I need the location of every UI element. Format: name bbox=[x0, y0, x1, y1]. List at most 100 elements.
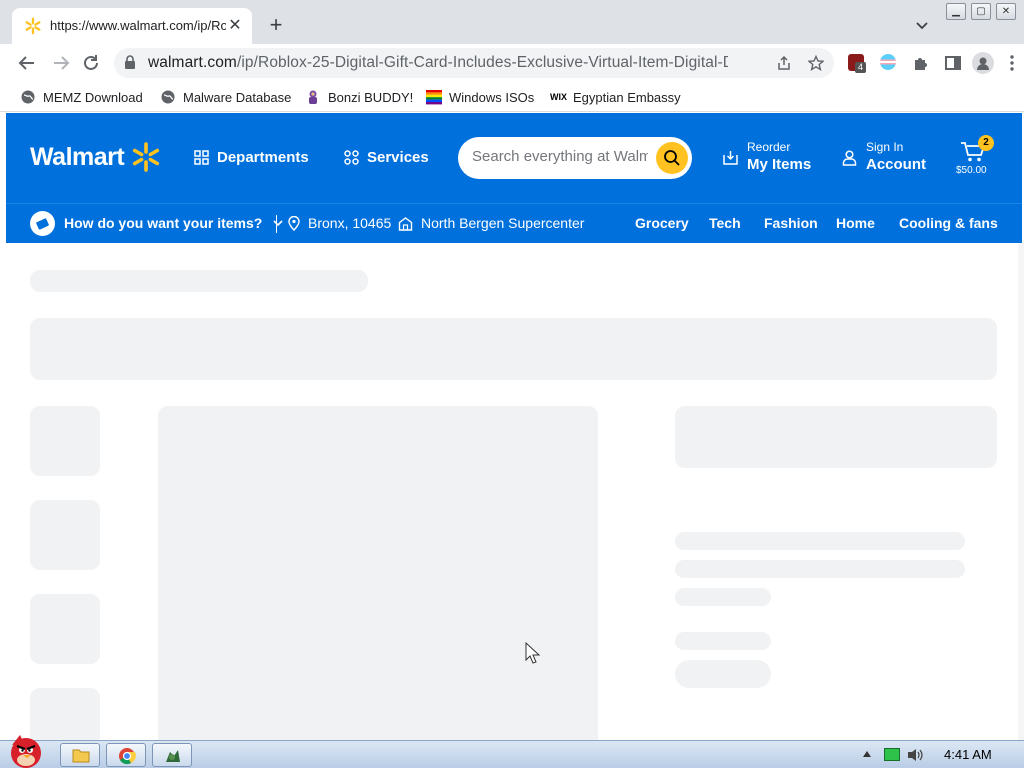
taskbar-app[interactable] bbox=[152, 743, 192, 767]
cart-button[interactable]: 2 $50.00 bbox=[954, 135, 994, 179]
account-label: Account bbox=[866, 156, 926, 173]
address-bar[interactable]: walmart.com/ip/Roblox-25-Digital-Gift-Ca… bbox=[114, 48, 834, 78]
location-link[interactable]: Bronx, 10465 bbox=[288, 215, 391, 231]
system-clock[interactable]: 4:41 AM bbox=[944, 747, 992, 762]
search-input[interactable] bbox=[472, 148, 648, 165]
walmart-spark-icon[interactable] bbox=[130, 141, 162, 173]
location-label: Bronx, 10465 bbox=[308, 215, 392, 231]
reorder-my-items-link[interactable]: Reorder My Items bbox=[722, 140, 811, 173]
store-icon bbox=[398, 216, 413, 231]
walmart-header: Walmart Departments Services Reorder bbox=[6, 113, 1022, 203]
bookmark-malware-database[interactable]: Malware Database bbox=[160, 87, 291, 107]
bookmarks-bar: MEMZ Download Malware Database Bonzi BUD… bbox=[0, 82, 1024, 112]
nav-link-home[interactable]: Home bbox=[836, 215, 875, 231]
volume-icon[interactable] bbox=[906, 747, 924, 763]
subnav-divider bbox=[276, 215, 277, 233]
browser-window: https://www.walmart.com/ip/Roblox ✕ + ▁ … bbox=[0, 0, 1024, 740]
departments-label: Departments bbox=[217, 149, 309, 166]
fulfillment-dropdown[interactable]: How do you want your items? bbox=[64, 215, 284, 231]
nav-link-tech[interactable]: Tech bbox=[709, 215, 741, 231]
walmart-spark-favicon-icon bbox=[25, 17, 41, 35]
wix-icon: WIX bbox=[550, 92, 567, 102]
nav-link-grocery[interactable]: Grocery bbox=[635, 215, 689, 231]
profile-person-icon bbox=[977, 57, 989, 70]
start-button[interactable] bbox=[4, 729, 50, 769]
cart-total: $50.00 bbox=[956, 165, 987, 176]
nav-link-fashion[interactable]: Fashion bbox=[764, 215, 818, 231]
close-window-button[interactable]: ✕ bbox=[996, 3, 1016, 20]
skeleton-text-line bbox=[675, 588, 771, 606]
active-tab[interactable]: https://www.walmart.com/ip/Roblox ✕ bbox=[12, 8, 252, 44]
flag-extension-icon[interactable] bbox=[880, 54, 896, 70]
reorder-icon bbox=[723, 151, 738, 165]
skeleton-text-line bbox=[675, 560, 965, 578]
taskbar-chrome[interactable] bbox=[106, 743, 146, 767]
bookmark-bonzi-buddy[interactable]: Bonzi BUDDY! bbox=[305, 87, 413, 107]
angry-bird-start-icon bbox=[11, 735, 41, 768]
reorder-label: Reorder bbox=[747, 140, 791, 154]
departments-button[interactable]: Departments bbox=[194, 149, 309, 166]
mouse-cursor-icon bbox=[525, 642, 541, 664]
browser-toolbar: walmart.com/ip/Roblox-25-Digital-Gift-Ca… bbox=[0, 44, 1024, 82]
app-icon bbox=[166, 750, 180, 762]
lock-icon[interactable] bbox=[124, 55, 136, 70]
services-label: Services bbox=[367, 149, 429, 166]
bookmark-star-icon[interactable] bbox=[808, 55, 824, 71]
reload-icon[interactable] bbox=[80, 52, 102, 74]
services-button[interactable]: Services bbox=[344, 149, 429, 166]
search-button[interactable] bbox=[656, 142, 688, 174]
walmart-logo[interactable]: Walmart bbox=[30, 143, 125, 172]
skeleton-thumbnail bbox=[30, 594, 100, 664]
person-icon bbox=[842, 150, 857, 166]
bonzi-gorilla-icon bbox=[309, 90, 317, 104]
url-path: /ip/Roblox-25-Digital-Gift-Card-Includes… bbox=[236, 54, 728, 71]
forward-arrow-icon[interactable] bbox=[50, 52, 72, 74]
share-icon[interactable] bbox=[776, 55, 792, 71]
search-icon bbox=[664, 150, 680, 166]
sign-in-account-link[interactable]: Sign In Account bbox=[842, 140, 926, 173]
tab-title: https://www.walmart.com/ip/Roblox bbox=[50, 18, 226, 33]
minimize-button[interactable]: ▁ bbox=[946, 3, 966, 20]
bookmark-label: Egyptian Embassy bbox=[573, 89, 681, 105]
cart-count-badge: 2 bbox=[978, 135, 994, 151]
skeleton-breadcrumb bbox=[30, 270, 368, 292]
walmart-subnav: How do you want your items? Bronx, 10465… bbox=[6, 203, 1022, 243]
tab-close-icon[interactable]: ✕ bbox=[226, 17, 244, 35]
kebab-menu-icon[interactable] bbox=[1004, 52, 1020, 74]
fulfillment-label: How do you want your items? bbox=[64, 215, 263, 231]
extension-badge: 4 bbox=[855, 62, 866, 73]
skeleton-button bbox=[675, 660, 771, 688]
tab-search-chevron-icon[interactable] bbox=[912, 16, 932, 36]
store-link[interactable]: North Bergen Supercenter bbox=[398, 215, 584, 231]
network-tray-icon[interactable] bbox=[884, 748, 900, 761]
bookmark-label: Windows ISOs bbox=[449, 89, 535, 105]
skeleton-thumbnail bbox=[30, 406, 100, 476]
maximize-button[interactable]: ▢ bbox=[971, 3, 991, 20]
profile-avatar[interactable] bbox=[972, 52, 994, 74]
search-box bbox=[458, 137, 692, 179]
taskbar-explorer[interactable] bbox=[60, 743, 100, 767]
url-text[interactable]: walmart.com/ip/Roblox-25-Digital-Gift-Ca… bbox=[148, 54, 728, 72]
extensions-puzzle-icon[interactable] bbox=[910, 52, 932, 74]
new-tab-button[interactable]: + bbox=[264, 14, 288, 36]
bookmark-windows-isos[interactable]: Windows ISOs bbox=[426, 87, 534, 107]
bookmark-label: Malware Database bbox=[183, 89, 292, 105]
side-panel-icon[interactable] bbox=[942, 52, 964, 74]
ublock-extension-icon[interactable]: 4 bbox=[848, 54, 866, 73]
skeleton-text-line bbox=[675, 632, 771, 650]
skeleton-thumbnail bbox=[30, 500, 100, 570]
back-arrow-icon[interactable] bbox=[16, 52, 38, 74]
globe-icon bbox=[21, 90, 35, 104]
rainbow-flag-icon bbox=[426, 90, 442, 105]
nav-link-cooling-fans[interactable]: Cooling & fans bbox=[899, 215, 998, 231]
chrome-icon bbox=[119, 748, 136, 765]
tray-expand-icon[interactable] bbox=[862, 750, 872, 758]
bookmark-egyptian-embassy[interactable]: WIX Egyptian Embassy bbox=[550, 87, 681, 107]
skeleton-text-line bbox=[675, 532, 965, 550]
skeleton-banner bbox=[30, 318, 997, 380]
bookmark-memz-download[interactable]: MEMZ Download bbox=[20, 87, 143, 107]
taskbar: 4:41 AM bbox=[0, 735, 1024, 768]
skeleton-title bbox=[675, 406, 997, 468]
page-scrollbar[interactable] bbox=[1018, 243, 1024, 740]
sign-in-label: Sign In bbox=[866, 140, 904, 154]
